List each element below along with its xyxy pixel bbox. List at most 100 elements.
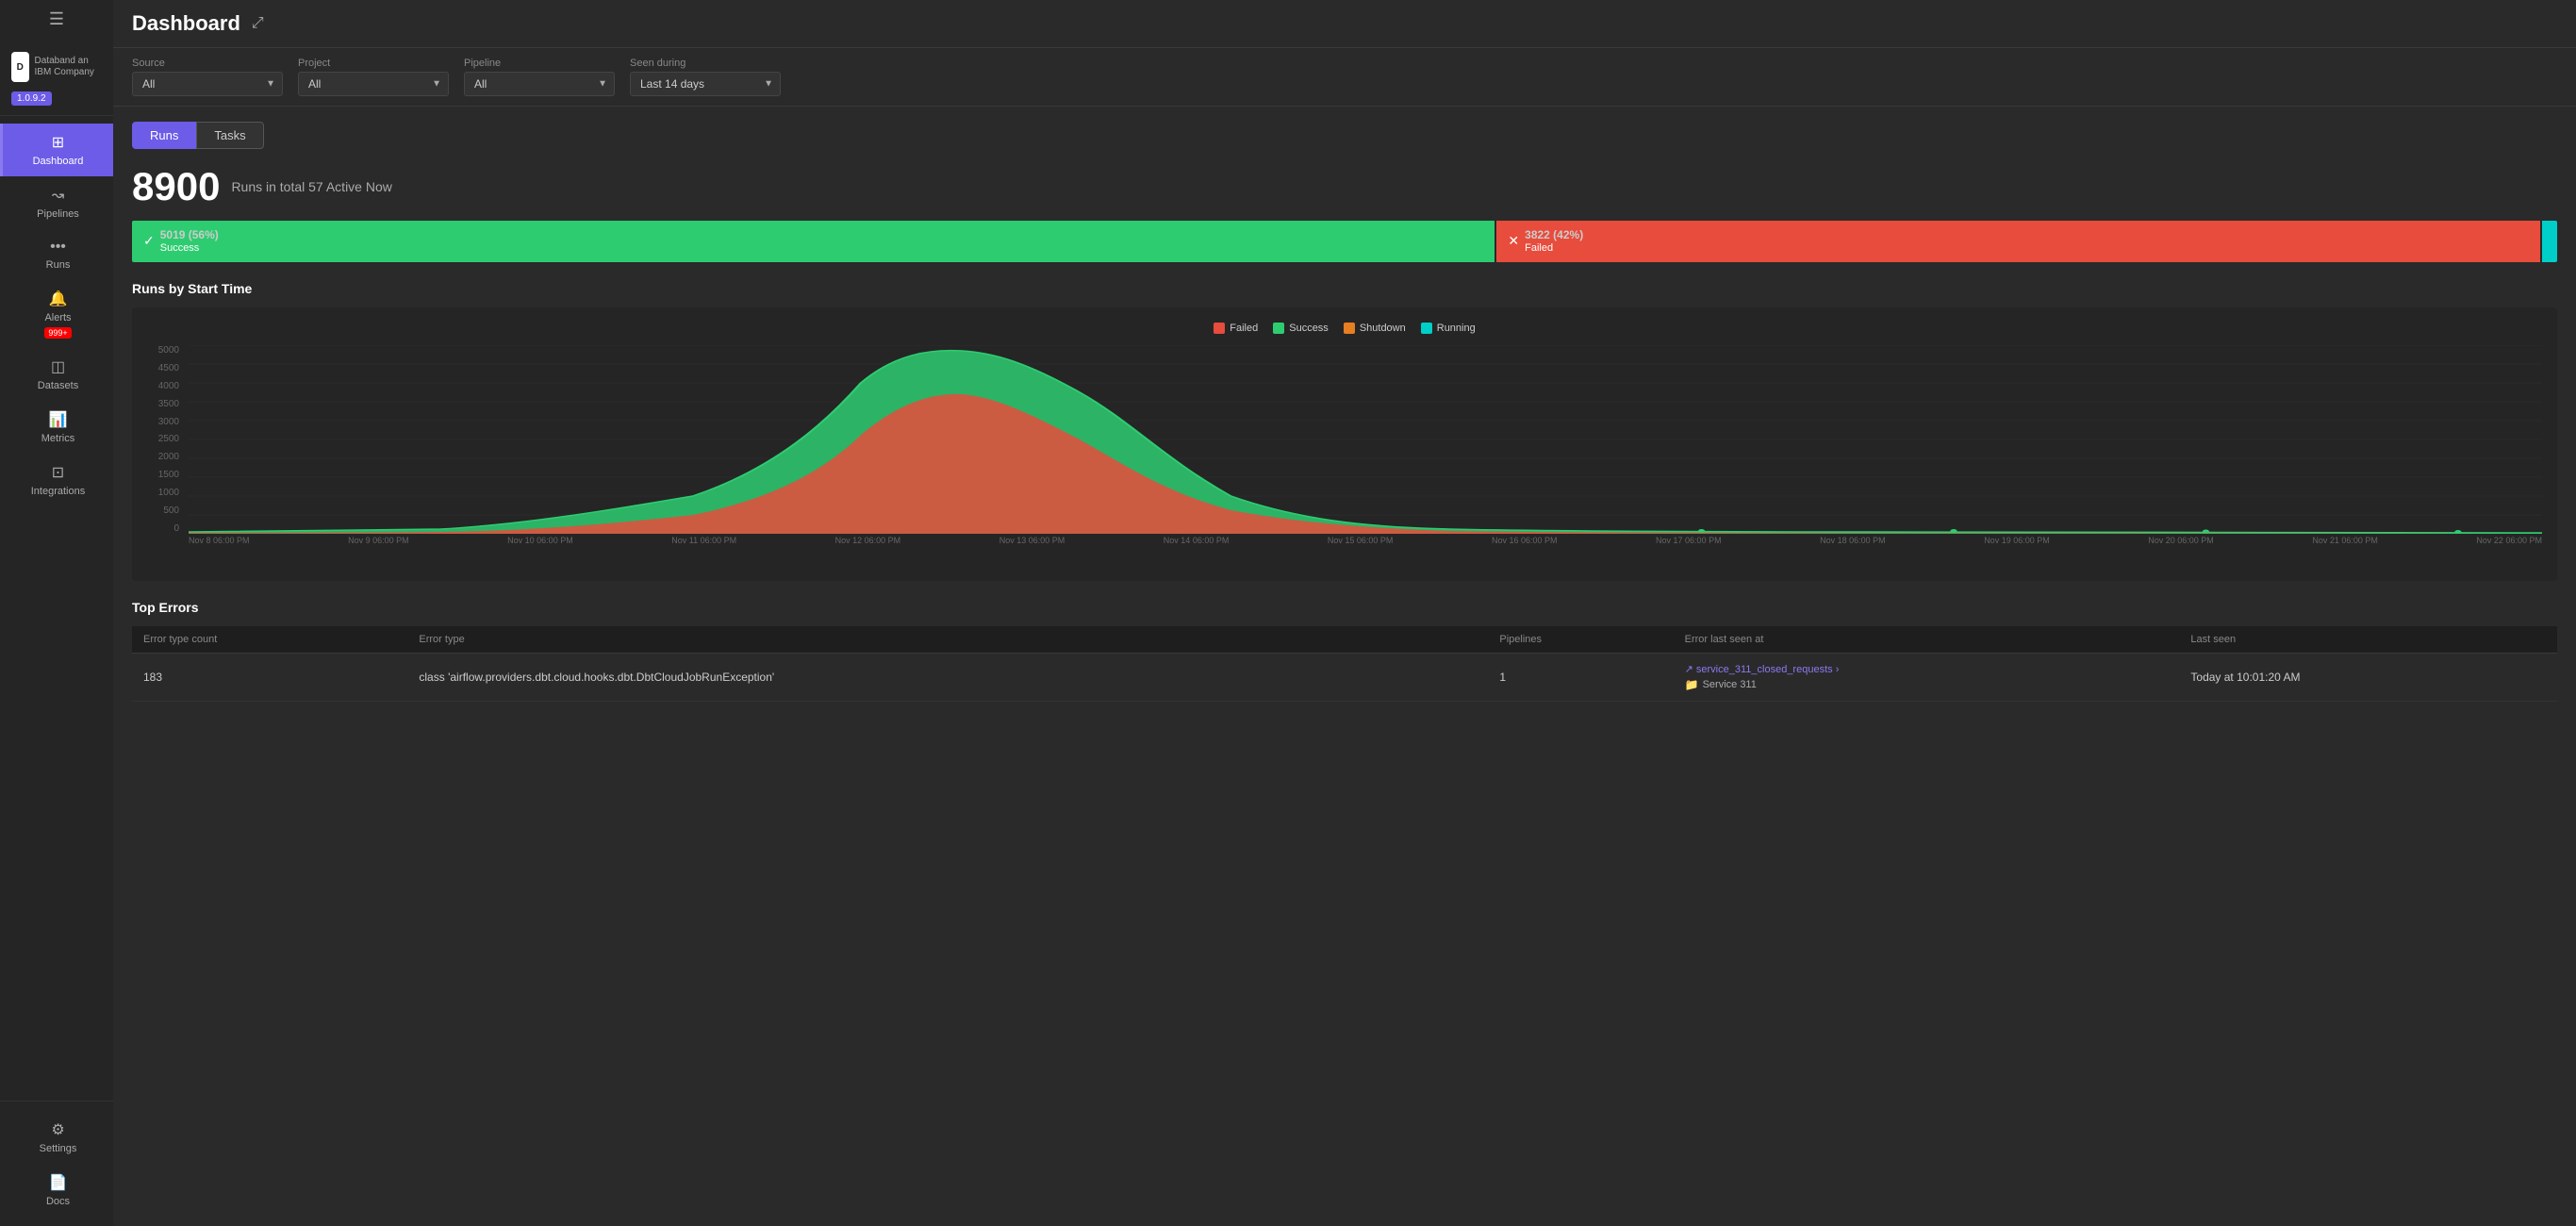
project-select[interactable]: All	[298, 72, 449, 96]
sidebar-item-datasets[interactable]: ◫ Datasets	[0, 348, 113, 401]
success-status: Success	[160, 241, 219, 255]
alert-badge: 999+	[44, 327, 71, 339]
source-select[interactable]: All	[132, 72, 283, 96]
col-last-seen: Last seen	[2179, 626, 2557, 654]
legend-running-dot	[1421, 323, 1432, 334]
seen-during-select-wrapper: Last 14 days Last 7 days Last 30 days ▼	[630, 72, 781, 96]
content-area: Runs Tasks 8900 Runs in total 57 Active …	[113, 107, 2576, 1226]
progress-success[interactable]: ✓ 5019 (56%) Success	[132, 221, 1494, 262]
pipeline-select[interactable]: All	[464, 72, 615, 96]
sidebar-item-runs[interactable]: ••• Runs	[0, 229, 113, 280]
sidebar-item-label: Docs	[46, 1196, 70, 1207]
legend-failed: Failed	[1214, 323, 1258, 334]
sidebar-item-pipelines[interactable]: ↝ Pipelines	[0, 176, 113, 229]
sidebar-item-label: Datasets	[38, 380, 78, 391]
success-count: 5019 (56%)	[160, 228, 219, 241]
filters-bar: Source All ▼ Project All ▼ Pipeline All	[113, 48, 2576, 107]
col-error-count: Error type count	[132, 626, 407, 654]
sidebar-item-alerts[interactable]: 🔔 Alerts 999+	[0, 280, 113, 348]
progress-running	[2542, 221, 2557, 262]
failed-icon: ✕	[1508, 233, 1519, 249]
service-tag: 📁 Service 311	[1685, 678, 2169, 691]
sidebar-item-label: Alerts	[44, 312, 71, 323]
stats-label: Runs in total 57 Active Now	[231, 179, 391, 194]
seen-during-filter-group: Seen during Last 14 days Last 7 days Las…	[630, 58, 781, 96]
legend-running-label: Running	[1437, 323, 1476, 334]
pipeline-filter-group: Pipeline All ▼	[464, 58, 615, 96]
pipeline-link-text: service_311_closed_requests	[1696, 664, 1833, 675]
sidebar-item-label: Dashboard	[33, 156, 84, 167]
legend-running: Running	[1421, 323, 1476, 334]
alerts-icon: 🔔	[49, 290, 68, 308]
failed-text: 3822 (42%) Failed	[1525, 228, 1583, 255]
chart-container: Failed Success Shutdown Running	[132, 307, 2557, 581]
integrations-icon: ⊡	[52, 463, 64, 482]
chart-area: 5000 4500 4000 3500 3000 2500 2000 1500 …	[147, 345, 2542, 553]
legend-shutdown-dot	[1344, 323, 1355, 334]
sidebar-item-label: Settings	[40, 1143, 77, 1154]
runs-progress-bar: ✓ 5019 (56%) Success ✕ 3822 (42%) Failed	[132, 221, 2557, 262]
chart-svg-container	[189, 345, 2542, 534]
sidebar-item-integrations[interactable]: ⊡ Integrations	[0, 454, 113, 506]
sidebar: ☰ D Databand an IBM Company 1.0.9.2 ⊞ Da…	[0, 0, 113, 1226]
legend-failed-label: Failed	[1230, 323, 1258, 334]
source-filter-group: Source All ▼	[132, 58, 283, 96]
errors-table-header: Error type count Error type Pipelines Er…	[132, 626, 2557, 654]
legend-shutdown: Shutdown	[1344, 323, 1406, 334]
page-title: Dashboard	[132, 11, 240, 36]
sidebar-item-label: Metrics	[41, 433, 74, 444]
sidebar-menu: ⊞ Dashboard ↝ Pipelines ••• Runs 🔔 Alert…	[0, 116, 113, 1101]
runs-chart-section: Runs by Start Time Failed Success Shutdo…	[132, 281, 2557, 581]
main-content: Dashboard ⤢ Source All ▼ Project All ▼ P…	[113, 0, 2576, 1226]
project-select-wrapper: All ▼	[298, 72, 449, 96]
failed-count: 3822 (42%)	[1525, 228, 1583, 241]
settings-icon: ⚙	[51, 1120, 64, 1139]
table-row: 183 class 'airflow.providers.dbt.cloud.h…	[132, 654, 2557, 702]
chart-legend: Failed Success Shutdown Running	[147, 323, 2542, 334]
sidebar-item-metrics[interactable]: 📊 Metrics	[0, 401, 113, 454]
metrics-icon: 📊	[49, 410, 68, 429]
sidebar-item-docs[interactable]: 📄 Docs	[0, 1164, 113, 1217]
pipeline-filter-label: Pipeline	[464, 58, 615, 69]
datasets-icon: ◫	[51, 357, 65, 376]
seen-during-filter-label: Seen during	[630, 58, 781, 69]
chart-svg	[189, 345, 2542, 534]
legend-success: Success	[1273, 323, 1329, 334]
top-errors-section: Top Errors Error type count Error type P…	[132, 600, 2557, 702]
total-runs-count: 8900	[132, 164, 220, 209]
seen-during-select[interactable]: Last 14 days Last 7 days Last 30 days	[630, 72, 781, 96]
sidebar-item-label: Integrations	[31, 486, 85, 497]
sidebar-item-settings[interactable]: ⚙ Settings	[0, 1111, 113, 1164]
legend-failed-dot	[1214, 323, 1225, 334]
error-type-cell: class 'airflow.providers.dbt.cloud.hooks…	[407, 654, 1488, 702]
success-text: 5019 (56%) Success	[160, 228, 219, 255]
share-icon[interactable]: ⤢	[252, 15, 264, 32]
service-name: Service 311	[1703, 679, 1757, 690]
view-tabs: Runs Tasks	[132, 122, 2557, 149]
sidebar-item-dashboard[interactable]: ⊞ Dashboard	[0, 124, 113, 176]
tab-tasks[interactable]: Tasks	[196, 122, 263, 149]
chevron-right-icon: ›	[1836, 664, 1840, 675]
errors-table: Error type count Error type Pipelines Er…	[132, 626, 2557, 702]
chart-yaxis: 5000 4500 4000 3500 3000 2500 2000 1500 …	[147, 345, 185, 534]
project-filter-group: Project All ▼	[298, 58, 449, 96]
pipelines-icon: ↝	[52, 186, 64, 205]
pipeline-link-cell: ↗ service_311_closed_requests › 📁 Servic…	[1674, 654, 2180, 702]
failed-status: Failed	[1525, 241, 1583, 255]
tab-runs[interactable]: Runs	[132, 122, 196, 149]
col-error-type: Error type	[407, 626, 1488, 654]
col-pipelines: Pipelines	[1488, 626, 1673, 654]
logo: D Databand an IBM Company	[11, 52, 102, 82]
sidebar-toggle[interactable]: ☰	[0, 0, 113, 39]
pipelines-cell: 1	[1488, 654, 1673, 702]
pipeline-link[interactable]: ↗ service_311_closed_requests ›	[1685, 663, 2169, 675]
errors-section-title: Top Errors	[132, 600, 2557, 615]
progress-failed[interactable]: ✕ 3822 (42%) Failed	[1496, 221, 2539, 262]
project-filter-label: Project	[298, 58, 449, 69]
success-label: ✓ 5019 (56%) Success	[143, 228, 219, 255]
col-error-last-seen-at: Error last seen at	[1674, 626, 2180, 654]
legend-shutdown-label: Shutdown	[1360, 323, 1406, 334]
sidebar-header: D Databand an IBM Company 1.0.9.2	[0, 39, 113, 116]
legend-success-dot	[1273, 323, 1284, 334]
pipeline-select-wrapper: All ▼	[464, 72, 615, 96]
